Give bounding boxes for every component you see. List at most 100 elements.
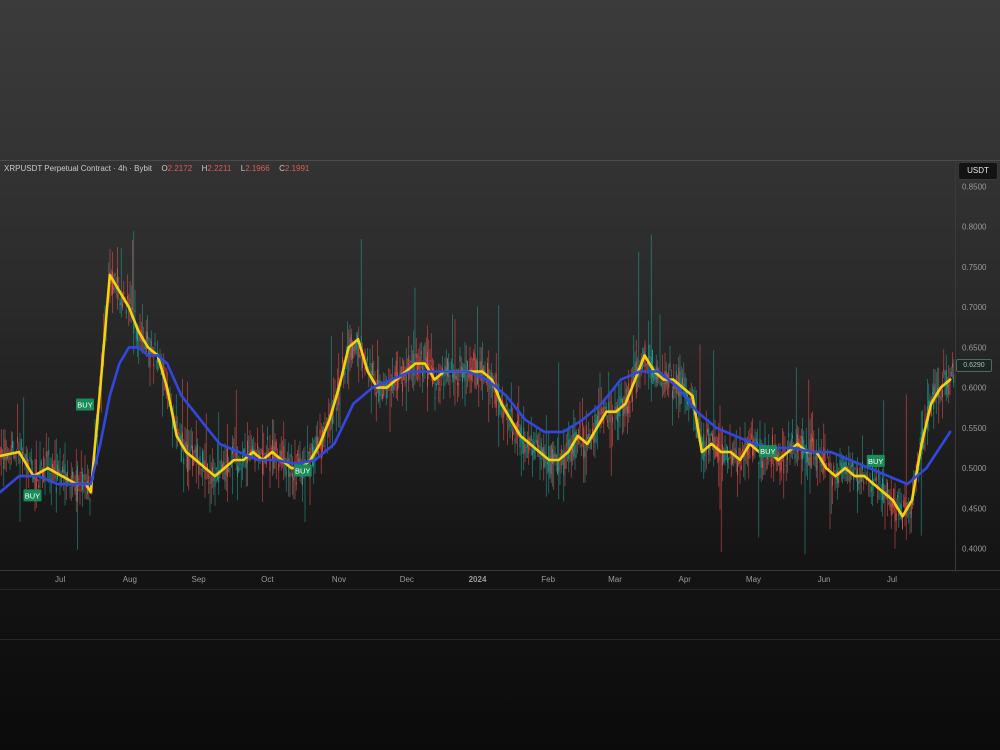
candle-body xyxy=(602,411,603,413)
candle-body xyxy=(795,429,797,445)
candle-body xyxy=(20,439,22,451)
price-chart[interactable]: BUY BUY BUY BUY BUY 0.4000 0.4500 0.5000 0.5500 0… xyxy=(0,0,1000,750)
candle-body xyxy=(52,463,53,470)
candle-body xyxy=(439,387,441,392)
candle-body xyxy=(708,427,710,455)
candle-body xyxy=(604,407,606,409)
candle-body xyxy=(455,375,457,380)
x-tick-label: 2024 xyxy=(469,575,487,584)
candle-body xyxy=(308,451,310,454)
candle-body xyxy=(383,383,385,396)
candle-body xyxy=(537,440,538,447)
candle-body xyxy=(688,404,690,406)
candle-body xyxy=(828,463,830,466)
candle-body xyxy=(62,466,63,473)
candle-body xyxy=(465,360,467,362)
candle-body xyxy=(12,440,13,448)
candle-body xyxy=(244,448,246,453)
x-tick-label: Jun xyxy=(818,575,831,584)
candle-body xyxy=(615,407,617,410)
candle-body xyxy=(348,355,350,364)
candle-body xyxy=(909,511,911,514)
candle-body xyxy=(269,456,271,472)
candle-body xyxy=(939,396,941,400)
candle-body xyxy=(485,381,487,383)
candle-body xyxy=(80,472,82,473)
candle-body xyxy=(783,456,785,474)
x-tick-label: Apr xyxy=(679,575,692,584)
candle-body xyxy=(129,298,131,304)
candle-body xyxy=(125,310,127,314)
candle-body xyxy=(737,460,738,476)
candle-body xyxy=(212,466,213,473)
candle-body xyxy=(462,367,463,383)
candle-body xyxy=(375,392,377,397)
candle-body xyxy=(450,361,452,370)
interval[interactable]: 4h xyxy=(118,164,127,173)
candle-body xyxy=(4,439,6,460)
candle-body xyxy=(678,367,680,397)
candle-body xyxy=(270,447,272,450)
candle-body xyxy=(393,384,395,390)
candle-body xyxy=(273,446,275,469)
candle-body xyxy=(910,503,912,518)
x-tick-label: May xyxy=(746,575,761,584)
candle-body xyxy=(703,434,705,462)
candle-body xyxy=(335,407,337,411)
candle-body xyxy=(650,357,652,383)
candle-body xyxy=(745,443,747,445)
candle-body xyxy=(143,336,145,337)
high-value: 2.2211 xyxy=(207,164,232,173)
candle-body xyxy=(839,460,841,466)
x-tick-label: Mar xyxy=(608,575,622,584)
candle-body xyxy=(228,467,230,473)
y-tick-label: 0.6000 xyxy=(962,384,987,393)
candle-body xyxy=(519,428,521,448)
candle-body xyxy=(403,361,405,381)
candle-body xyxy=(469,358,471,380)
candle-body xyxy=(430,365,432,370)
candle-body xyxy=(672,390,673,399)
symbol-name[interactable]: XRPUSDT Perpetual Contract xyxy=(4,164,111,173)
candle-body xyxy=(38,485,40,488)
candle-body xyxy=(572,447,573,454)
candle-body xyxy=(500,414,502,416)
y-tick-label: 0.8500 xyxy=(962,183,987,192)
candle-body xyxy=(24,454,26,459)
candle-body xyxy=(805,444,807,464)
candle-body xyxy=(410,360,412,363)
candle-body xyxy=(879,481,881,483)
y-tick-label: 0.7500 xyxy=(962,263,987,272)
candle-body xyxy=(23,452,25,454)
candle-body xyxy=(67,471,68,484)
candle-body xyxy=(505,404,507,408)
candle-body xyxy=(732,455,733,464)
candle-body xyxy=(154,342,156,346)
candle-body xyxy=(848,462,850,466)
candle-body xyxy=(818,444,820,445)
candle-body xyxy=(820,463,822,467)
candle-body xyxy=(352,344,353,359)
candle-body xyxy=(727,446,728,464)
candle-body xyxy=(344,370,346,375)
candle-body xyxy=(112,271,113,295)
candle-body xyxy=(772,435,773,446)
currency-button[interactable]: USDT xyxy=(958,162,998,180)
candle-body xyxy=(238,466,240,472)
candle-body xyxy=(182,432,183,444)
candle-body xyxy=(813,439,815,452)
candle-body xyxy=(213,477,215,481)
candle-body xyxy=(285,470,287,476)
candle-body xyxy=(514,438,516,443)
candle-body xyxy=(734,447,736,454)
candle-body xyxy=(13,455,15,458)
x-tick-label: Sep xyxy=(192,575,207,584)
candle-body xyxy=(224,467,226,482)
open-value: 2.2172 xyxy=(167,164,193,173)
candle-body xyxy=(429,359,431,362)
candle-body xyxy=(627,406,628,414)
candle-body xyxy=(34,477,36,489)
candle-body xyxy=(215,468,217,470)
candle-body xyxy=(292,473,293,478)
candle-body xyxy=(612,416,613,423)
